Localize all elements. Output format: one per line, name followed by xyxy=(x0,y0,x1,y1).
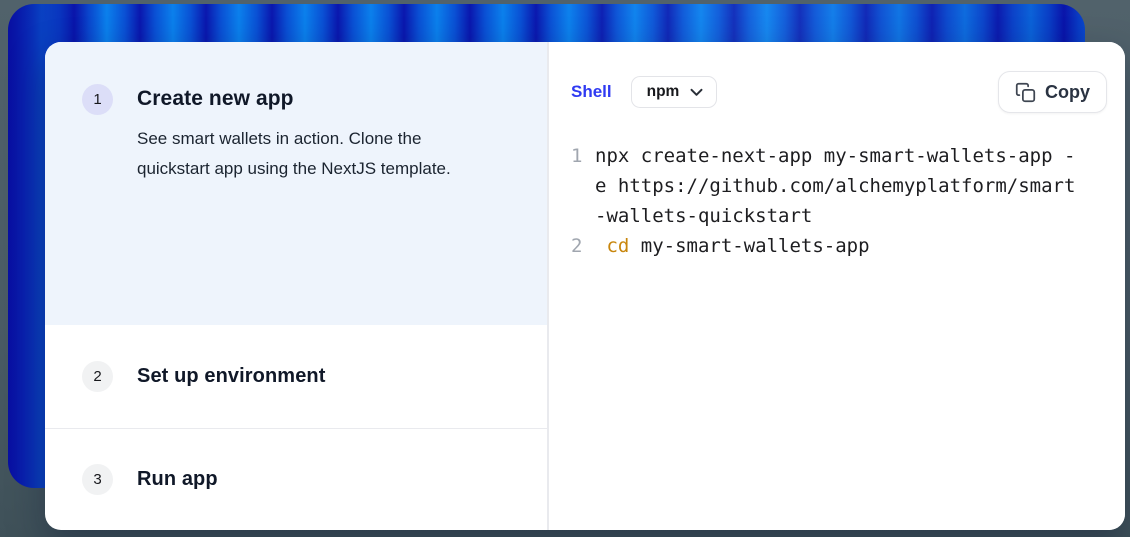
code-line: e https://github.com/alchemyplatform/sma… xyxy=(571,171,1107,201)
package-manager-selected-value: npm xyxy=(646,83,680,100)
step-item-create-new-app[interactable]: 1 Create new app See smart wallets in ac… xyxy=(45,42,547,325)
line-number xyxy=(571,201,595,231)
line-number xyxy=(571,171,595,201)
step-description: See smart wallets in action. Clone the q… xyxy=(137,129,451,178)
step-title: Run app xyxy=(137,468,218,490)
step-number-badge: 3 xyxy=(82,464,113,495)
step-body: Run app xyxy=(137,468,218,491)
step-title: Set up environment xyxy=(137,365,326,387)
language-label: Shell xyxy=(571,82,612,101)
step-number: 2 xyxy=(93,368,102,385)
line-number: 1 xyxy=(571,145,583,167)
step-title: Create new app xyxy=(137,87,294,110)
code-panel: Shell npm Copy 1 npx create-next-app my-… xyxy=(549,42,1125,530)
code-keyword: cd xyxy=(595,235,630,257)
code-line: -wallets-quickstart xyxy=(571,201,1107,231)
step-item-set-up-environment[interactable]: 2 Set up environment xyxy=(45,325,547,429)
copy-button[interactable]: Copy xyxy=(998,71,1107,113)
chevron-down-icon xyxy=(690,88,703,97)
code-text: my-smart-wallets-app xyxy=(629,235,870,257)
code-text: npx create-next-app my-smart-wallets-app… xyxy=(595,145,1076,167)
step-body: Create new app See smart wallets in acti… xyxy=(137,84,473,184)
step-body: Set up environment xyxy=(137,365,326,388)
steps-list: 1 Create new app See smart wallets in ac… xyxy=(45,42,549,530)
step-item-run-app[interactable]: 3 Run app xyxy=(45,429,547,530)
line-number: 2 xyxy=(571,235,583,257)
code-block: 1 npx create-next-app my-smart-wallets-a… xyxy=(571,141,1107,261)
step-number-badge: 2 xyxy=(82,361,113,392)
step-number: 1 xyxy=(93,91,102,108)
code-panel-header: Shell npm Copy xyxy=(571,70,1107,114)
code-line: 1 npx create-next-app my-smart-wallets-a… xyxy=(571,141,1107,171)
package-manager-dropdown[interactable]: npm xyxy=(630,76,718,108)
copy-icon xyxy=(1015,82,1036,103)
step-number-badge: 1 xyxy=(82,84,113,115)
quickstart-card: 1 Create new app See smart wallets in ac… xyxy=(45,42,1125,530)
code-line: 2 cd my-smart-wallets-app xyxy=(571,231,1107,261)
step-number: 3 xyxy=(93,471,102,488)
copy-button-label: Copy xyxy=(1045,81,1090,102)
code-text: -wallets-quickstart xyxy=(595,205,813,227)
code-text: e https://github.com/alchemyplatform/sma… xyxy=(595,175,1076,197)
